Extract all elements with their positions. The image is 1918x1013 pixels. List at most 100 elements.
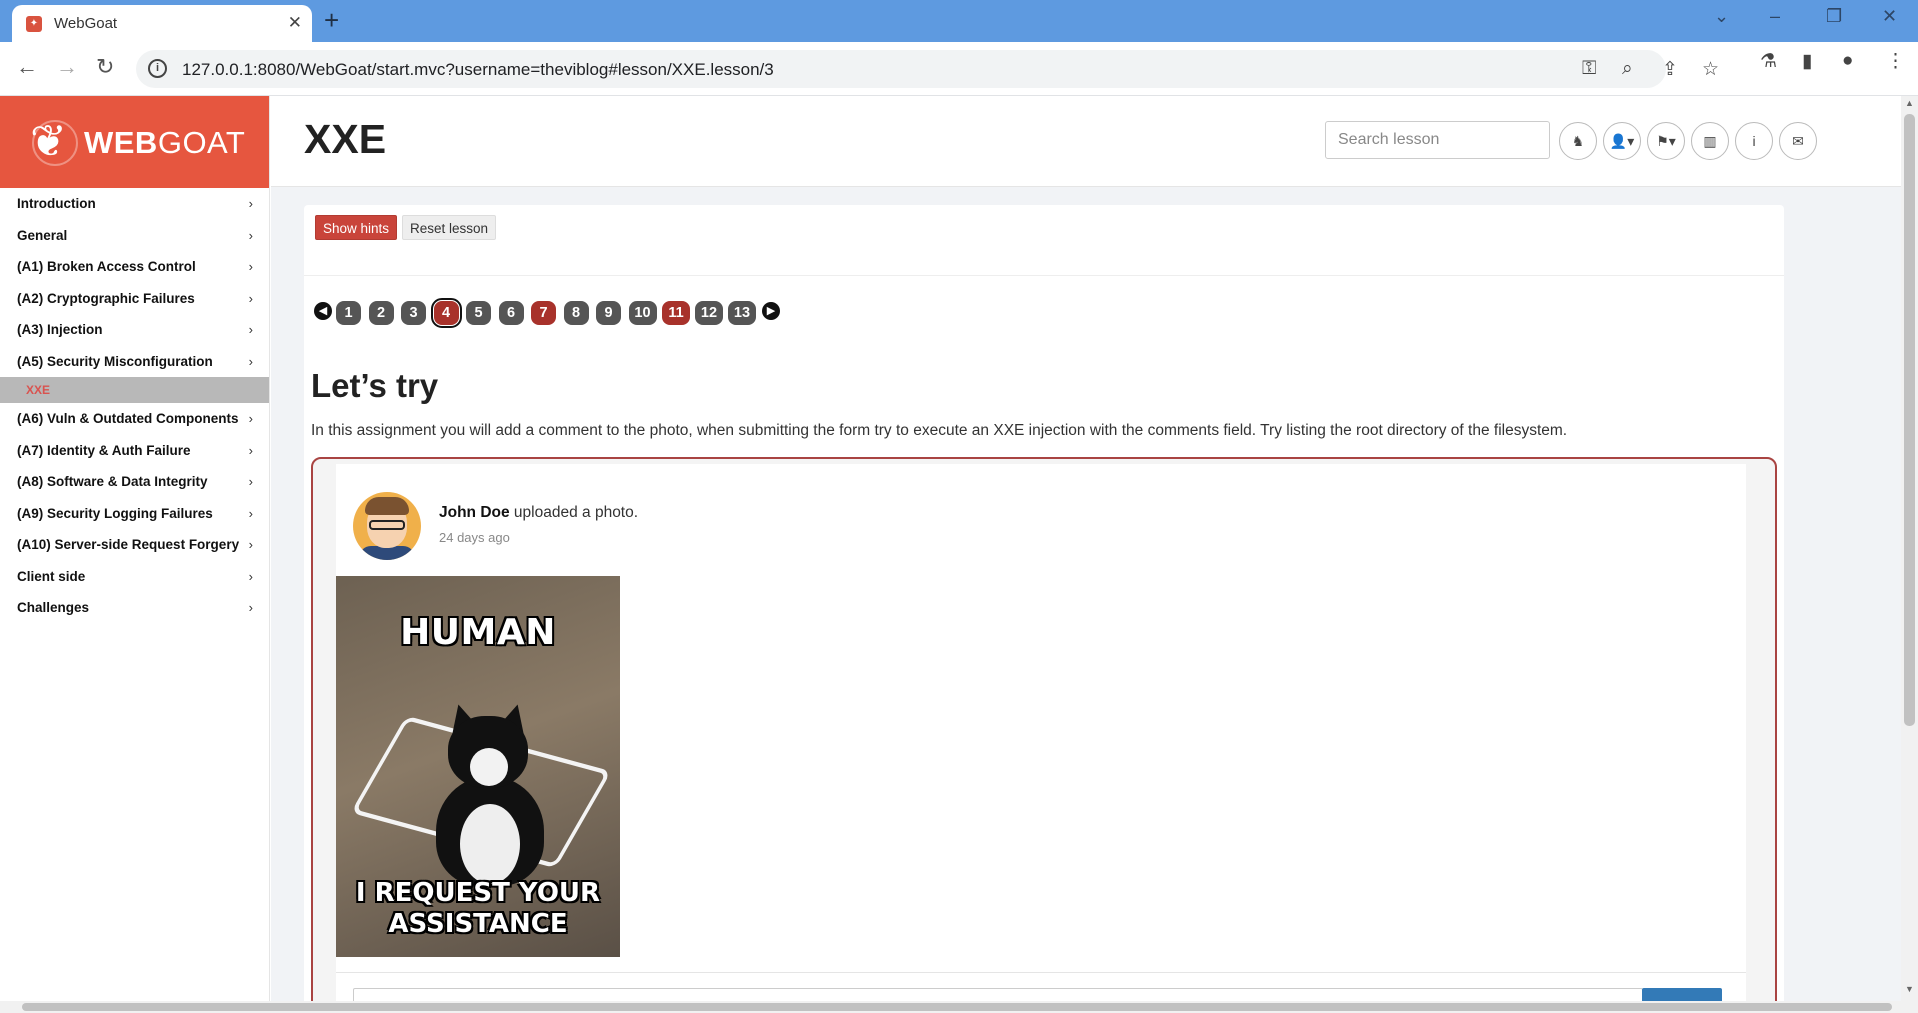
tab-search-chevron-icon[interactable]: ⌄	[1714, 6, 1729, 27]
page-1[interactable]: 1	[336, 301, 361, 325]
assignment-box: John Doe uploaded a photo. 24 days ago H…	[311, 457, 1777, 1013]
chevron-right-icon: ›	[248, 196, 253, 211]
page-13[interactable]: 13	[728, 301, 756, 325]
vertical-scroll-thumb[interactable]	[1904, 114, 1915, 726]
page-2[interactable]: 2	[368, 301, 394, 325]
key-icon[interactable]: ⚿	[1582, 58, 1596, 80]
chevron-right-icon: ›	[248, 537, 253, 552]
search-lesson-input[interactable]	[1325, 121, 1550, 159]
language-flag-icon[interactable]: ⚑▾	[1647, 122, 1685, 160]
zoom-icon[interactable]: ⌕	[1622, 58, 1633, 80]
sidebar-item-client-side[interactable]: Client side ›	[0, 561, 269, 593]
avatar-hair	[365, 497, 409, 515]
main-area: XXE ♞ 👤▾ ⚑▾ ▥ i ✉ Show hints Reset lesso…	[271, 96, 1901, 1013]
page-9[interactable]: 9	[596, 301, 621, 325]
post-author-name[interactable]: John Doe	[439, 504, 510, 521]
profile-icon[interactable]: ●	[1842, 50, 1853, 72]
address-bar[interactable]: i 127.0.0.1:8080/WebGoat/start.mvc?usern…	[136, 50, 1719, 88]
sidebar-item-a7[interactable]: (A7) Identity & Auth Failure ›	[0, 435, 269, 467]
meme-bottom-text: I REQUEST YOUR ASSISTANCE	[336, 878, 620, 940]
avatar	[353, 492, 421, 560]
page-5[interactable]: 5	[466, 301, 491, 325]
cat-chest	[460, 804, 520, 884]
reload-icon[interactable]: ↻	[96, 54, 114, 80]
bookmark-star-icon[interactable]: ☆	[1702, 58, 1719, 81]
sidebar-item-challenges[interactable]: Challenges ›	[0, 592, 269, 624]
page-4-current[interactable]: 4	[430, 298, 462, 328]
goat-head-icon: ❦	[30, 117, 67, 166]
sidebar-item-a10[interactable]: (A10) Server-side Request Forgery ›	[0, 529, 269, 561]
chevron-right-icon: ›	[248, 505, 253, 521]
restore-icon[interactable]: ❐	[1826, 6, 1842, 27]
sidebar-item-label: (A1) Broken Access Control	[17, 259, 196, 274]
sidebar-item-label: (A8) Software & Data Integrity	[17, 474, 208, 489]
sidebar-item-a1[interactable]: (A1) Broken Access Control ›	[0, 251, 269, 283]
extensions-flask-icon[interactable]: ⚗	[1760, 50, 1777, 73]
sidebar-item-label: (A2) Cryptographic Failures	[17, 290, 195, 306]
browser-tab[interactable]: ✦ WebGoat ✕	[12, 5, 312, 42]
about-info-icon[interactable]: i	[1735, 122, 1773, 160]
logo-text: WEBGOAT	[84, 125, 246, 160]
scroll-up-icon[interactable]: ▲	[1905, 98, 1914, 108]
horizontal-scroll-thumb[interactable]	[22, 1003, 1892, 1011]
chevron-right-icon: ›	[248, 411, 253, 426]
share-icon[interactable]: ⇪	[1662, 58, 1678, 81]
page-8[interactable]: 8	[563, 301, 589, 325]
next-page-icon[interactable]: ▶	[762, 302, 780, 320]
sidebar-item-introduction[interactable]: Introduction ›	[0, 188, 269, 220]
post-action: uploaded a photo.	[509, 504, 639, 521]
lesson-heading: Let’s try	[311, 367, 439, 404]
page-7[interactable]: 7	[531, 301, 556, 325]
user-menu-icon[interactable]: 👤▾	[1603, 122, 1641, 160]
scroll-down-icon[interactable]: ▼	[1905, 984, 1914, 994]
lesson-content: Show hints Reset lesson ◀ 1 2 3 4 5 6 7 …	[304, 205, 1784, 1013]
sidebar-item-a5[interactable]: (A5) Security Misconfiguration ›	[0, 346, 269, 378]
sidebar-subitem-xxe[interactable]: XXE	[0, 377, 269, 403]
comment-divider	[336, 972, 1746, 973]
forward-icon[interactable]: →	[56, 54, 78, 80]
report-card-icon[interactable]: ▥	[1691, 122, 1729, 160]
avatar-glasses	[369, 520, 405, 530]
vertical-scrollbar[interactable]: ▲ ▼	[1901, 96, 1918, 1001]
sidebar-item-a3[interactable]: (A3) Injection ›	[0, 314, 269, 346]
sidebar-item-a2[interactable]: (A2) Cryptographic Failures ›	[0, 283, 269, 315]
sidebar-item-general[interactable]: General ›	[0, 220, 269, 252]
prev-page-icon[interactable]: ◀	[314, 302, 332, 320]
page-3[interactable]: 3	[401, 301, 426, 325]
sidebar-item-label: Challenges	[17, 600, 90, 615]
sidebar-item-label: (A6) Vuln & Outdated Components	[17, 411, 239, 426]
browser-toolbar: ← → ↻ i 127.0.0.1:8080/WebGoat/start.mvc…	[0, 42, 1918, 96]
page-12[interactable]: 12	[695, 301, 723, 325]
sidebar-item-label: General	[17, 227, 68, 243]
side-panel-icon[interactable]: ▮	[1802, 50, 1812, 73]
lesson-sidebar: ❦ WEBGOAT Introduction › General › (A1) Br…	[0, 96, 270, 1001]
new-tab-icon[interactable]: +	[324, 7, 339, 33]
horizontal-scrollbar[interactable]	[0, 1001, 1918, 1013]
page-6[interactable]: 6	[498, 301, 524, 325]
reset-lesson-button[interactable]: Reset lesson	[402, 215, 497, 240]
tab-close-icon[interactable]: ✕	[288, 13, 302, 33]
page-10[interactable]: 10	[628, 301, 657, 325]
sidebar-item-a9[interactable]: (A9) Security Logging Failures ›	[0, 498, 269, 530]
webgoat-logo[interactable]: ❦ WEBGOAT	[0, 96, 269, 188]
chevron-right-icon: ›	[248, 600, 253, 615]
goat-icon-button[interactable]: ♞	[1559, 122, 1597, 160]
sidebar-item-a6[interactable]: (A6) Vuln & Outdated Components ›	[0, 403, 269, 435]
back-icon[interactable]: ←	[16, 54, 38, 80]
close-window-icon[interactable]: ✕	[1882, 6, 1897, 27]
sidebar-item-a8[interactable]: (A8) Software & Data Integrity ›	[0, 466, 269, 498]
menu-dots-icon[interactable]: ⋮	[1886, 50, 1905, 73]
url-text[interactable]: 127.0.0.1:8080/WebGoat/start.mvc?usernam…	[182, 60, 774, 80]
minimize-icon[interactable]: –	[1770, 6, 1780, 27]
sidebar-item-label: (A10) Server-side Request Forgery	[17, 537, 240, 552]
chevron-right-icon: ›	[248, 259, 253, 274]
avatar-suit	[359, 546, 415, 560]
photo-post: John Doe uploaded a photo. 24 days ago H…	[336, 464, 1746, 1013]
page-11[interactable]: 11	[662, 301, 690, 325]
site-info-icon[interactable]: i	[148, 59, 167, 78]
cat-muzzle	[470, 748, 508, 786]
show-hints-button[interactable]: Show hints	[315, 215, 398, 240]
chevron-right-icon: ›	[248, 568, 253, 584]
contact-envelope-icon[interactable]: ✉	[1779, 122, 1817, 160]
sidebar-item-label: (A9) Security Logging Failures	[17, 505, 213, 521]
